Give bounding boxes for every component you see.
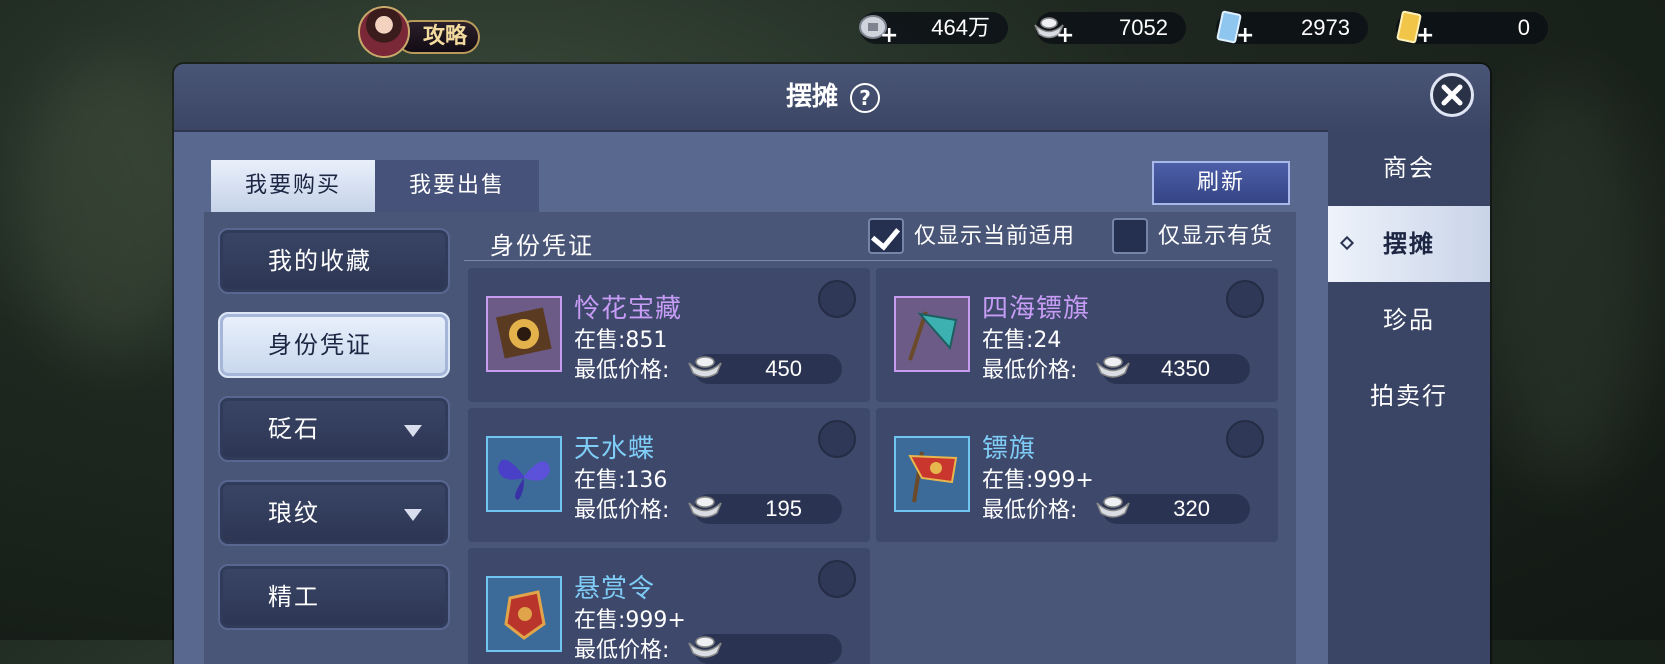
nav-item-chamber[interactable]: 商会 — [1328, 130, 1490, 206]
close-icon — [1441, 84, 1463, 106]
stall-panel: 摆摊 ? 我要购买 我要出售 刷新 我的收藏 身份凭证 砭石 琅纹 精工 身份凭… — [174, 64, 1490, 664]
favorite-toggle[interactable] — [818, 560, 856, 598]
silver-ingot-icon — [1096, 496, 1130, 518]
diamond-icon — [1339, 235, 1355, 251]
right-nav: 商会 摆摊 珍品 拍卖行 — [1328, 130, 1490, 664]
price-label: 最低价格: — [982, 358, 1078, 383]
price-value: 4350 — [1161, 356, 1210, 381]
currency-value: 7052 — [1119, 15, 1168, 40]
favorite-toggle[interactable] — [818, 280, 856, 318]
panel-header: 摆摊 ? — [174, 64, 1490, 132]
category-jinggong[interactable]: 精工 — [218, 564, 450, 630]
butterfly-icon — [486, 436, 562, 512]
item-card[interactable]: 悬赏令 在售:999+ 最低价格: — [468, 548, 870, 664]
guide-button[interactable]: 攻略 — [358, 6, 482, 58]
help-icon[interactable]: ? — [850, 83, 880, 113]
favorite-toggle[interactable] — [1226, 420, 1264, 458]
item-card[interactable]: 怜花宝藏 在售:851 最低价格: 450 — [468, 268, 870, 402]
item-stock: 在售:24 — [982, 328, 1062, 353]
filter-label: 仅显示有货 — [1158, 224, 1274, 249]
currency-value: 464万 — [931, 15, 990, 40]
item-name: 四海镖旗 — [982, 294, 1091, 324]
nav-item-auction[interactable]: 拍卖行 — [1328, 358, 1490, 434]
item-stock: 在售:851 — [574, 328, 668, 353]
silver-ingot-icon — [688, 636, 722, 658]
add-icon[interactable]: + — [1416, 25, 1434, 47]
panel-title: 摆摊 — [785, 82, 838, 112]
category-label: 身份凭证 — [268, 331, 372, 359]
category-label: 砭石 — [268, 415, 320, 443]
category-label: 我的收藏 — [268, 247, 372, 275]
item-stock: 在售:999+ — [982, 468, 1094, 493]
currency-value: 0 — [1517, 15, 1530, 40]
price-label: 最低价格: — [574, 358, 670, 383]
category-favorites[interactable]: 我的收藏 — [218, 228, 450, 294]
price-value: 195 — [765, 496, 802, 521]
price-pill: 450 — [688, 354, 842, 384]
price-pill: 320 — [1096, 494, 1250, 524]
section-title: 身份凭证 — [490, 232, 594, 260]
item-name: 天水蝶 — [574, 434, 656, 464]
item-card[interactable]: 镖旗 在售:999+ 最低价格: 320 — [876, 408, 1278, 542]
silver-ingot-icon — [688, 356, 722, 378]
item-stock: 在售:999+ — [574, 608, 686, 633]
add-icon[interactable]: + — [1056, 25, 1074, 47]
item-card[interactable]: 四海镖旗 在售:24 最低价格: 4350 — [876, 268, 1278, 402]
red-flag-icon — [894, 436, 970, 512]
divider — [464, 260, 1272, 261]
item-name: 镖旗 — [982, 434, 1037, 464]
silver-ingot-icon — [688, 496, 722, 518]
currency-gold-ticket[interactable]: + 0 — [1396, 10, 1548, 47]
nav-item-treasure[interactable]: 珍品 — [1328, 282, 1490, 358]
nav-item-stall[interactable]: 摆摊 — [1328, 206, 1490, 282]
nav-label: 摆摊 — [1383, 230, 1435, 258]
favorite-toggle[interactable] — [1226, 280, 1264, 318]
close-button[interactable] — [1430, 73, 1474, 117]
price-pill: 195 — [688, 494, 842, 524]
category-label: 琅纹 — [268, 499, 320, 527]
item-stock: 在售:136 — [574, 468, 668, 493]
character-avatar — [358, 6, 410, 58]
bounty-token-icon — [486, 576, 562, 652]
chevron-down-icon — [404, 425, 422, 437]
category-identity-certificate[interactable]: 身份凭证 — [218, 312, 450, 378]
currency-value: 2973 — [1301, 15, 1350, 40]
favorite-toggle[interactable] — [818, 420, 856, 458]
add-icon[interactable]: + — [1236, 25, 1254, 47]
currency-blue-ticket[interactable]: + 2973 — [1216, 10, 1368, 47]
category-langwen[interactable]: 琅纹 — [218, 480, 450, 546]
currency-copper[interactable]: + 464万 — [859, 12, 1008, 47]
chevron-down-icon — [404, 509, 422, 521]
price-label: 最低价格: — [574, 498, 670, 523]
treasure-compass-icon — [486, 296, 562, 372]
refresh-button[interactable]: 刷新 — [1152, 161, 1290, 205]
currency-silver[interactable]: + 7052 — [1034, 12, 1186, 47]
escort-banner-icon — [894, 296, 970, 372]
background-foliage — [1480, 80, 1650, 480]
tab-sell[interactable]: 我要出售 — [375, 160, 539, 212]
tab-buy[interactable]: 我要购买 — [211, 160, 375, 212]
item-name: 怜花宝藏 — [574, 294, 683, 324]
price-label: 最低价格: — [574, 638, 670, 663]
price-value: 450 — [765, 356, 802, 381]
item-name: 悬赏令 — [574, 574, 656, 604]
add-icon[interactable]: + — [880, 25, 898, 47]
checkmark-icon — [870, 220, 901, 251]
price-pill — [688, 634, 842, 664]
silver-ingot-icon — [1096, 356, 1130, 378]
checkbox-unchecked[interactable] — [1112, 218, 1148, 254]
price-label: 最低价格: — [982, 498, 1078, 523]
category-bianshi[interactable]: 砭石 — [218, 396, 450, 462]
item-card[interactable]: 天水蝶 在售:136 最低价格: 195 — [468, 408, 870, 542]
price-value: 320 — [1173, 496, 1210, 521]
checkbox-checked[interactable] — [868, 218, 904, 254]
background-foliage — [20, 60, 200, 360]
filter-label: 仅显示当前适用 — [914, 224, 1076, 249]
price-pill: 4350 — [1096, 354, 1250, 384]
category-label: 精工 — [268, 583, 320, 611]
